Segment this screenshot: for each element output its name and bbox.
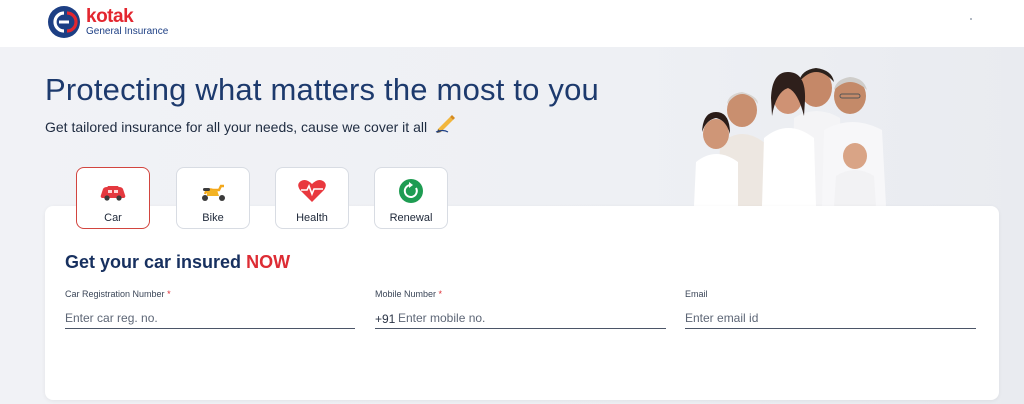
registration-required-mark: * bbox=[167, 289, 171, 299]
header-dot bbox=[970, 18, 972, 20]
car-registration-input[interactable] bbox=[65, 307, 355, 329]
kotak-logo-icon bbox=[48, 6, 80, 38]
tab-health[interactable]: Health bbox=[275, 167, 349, 229]
car-icon bbox=[100, 186, 126, 201]
email-input[interactable] bbox=[685, 307, 976, 329]
heart-pulse-icon bbox=[298, 180, 326, 202]
tab-car-label: Car bbox=[104, 212, 122, 224]
brand-tagline: General Insurance bbox=[86, 26, 169, 37]
tab-bike-label: Bike bbox=[202, 212, 224, 224]
hero-headline: Protecting what matters the most to you bbox=[45, 72, 599, 107]
kotak-logo[interactable]: kotak General Insurance bbox=[45, 5, 168, 39]
writing-hand-icon bbox=[435, 115, 455, 133]
email-label: Email bbox=[685, 289, 708, 299]
family-photo bbox=[694, 68, 886, 206]
top-header: kotak General Insurance bbox=[0, 0, 1024, 47]
quote-form-card bbox=[45, 206, 999, 400]
form-title-prefix: Get your car insured bbox=[65, 252, 242, 272]
hero-subheadline: Get tailored insurance for all your need… bbox=[45, 119, 428, 135]
tab-renewal-label: Renewal bbox=[389, 212, 433, 224]
mobile-number-input[interactable] bbox=[375, 307, 666, 329]
registration-label-text: Car Registration Number bbox=[65, 289, 165, 299]
form-title-highlight: NOW bbox=[246, 252, 291, 272]
tab-car[interactable]: Car bbox=[76, 167, 150, 229]
scooter-icon bbox=[202, 184, 225, 201]
form-title: Get your car insured NOW bbox=[65, 252, 290, 273]
renewal-icon bbox=[399, 179, 423, 203]
mobile-required-mark: * bbox=[438, 289, 443, 299]
tab-renewal[interactable]: Renewal bbox=[374, 167, 448, 229]
mobile-label-text: Mobile Number bbox=[375, 289, 437, 299]
mobile-label: Mobile Number * bbox=[375, 289, 442, 299]
tab-bike[interactable]: Bike bbox=[176, 167, 250, 229]
tab-health-label: Health bbox=[296, 212, 328, 224]
registration-label: Car Registration Number * bbox=[65, 289, 171, 299]
brand-name: kotak bbox=[86, 6, 134, 27]
